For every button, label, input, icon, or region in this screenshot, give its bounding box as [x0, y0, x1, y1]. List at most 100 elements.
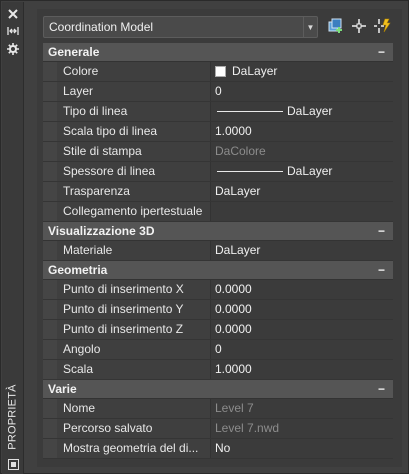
property-grid: Generale − Colore DaLayer Layer 0 Tipo di line… — [43, 43, 393, 459]
property-value-text: 1.0000 — [215, 124, 252, 138]
row-gutter — [43, 280, 57, 299]
property-row[interactable]: Scala 1.0000 — [43, 360, 393, 380]
property-row[interactable]: Scala tipo di linea 1.0000 — [43, 122, 393, 142]
property-row[interactable]: Angolo 0 — [43, 340, 393, 360]
property-name: Spessore di linea — [57, 162, 211, 181]
collapse-icon[interactable]: − — [378, 45, 385, 59]
property-value[interactable]: 0 — [211, 340, 393, 359]
close-icon[interactable] — [6, 7, 20, 21]
property-value-text: Level 7 — [215, 401, 254, 415]
property-name: Collegamento ipertestuale — [57, 202, 211, 221]
chevron-down-icon[interactable]: ▼ — [303, 17, 317, 37]
property-value-text: DaLayer — [215, 184, 261, 198]
property-value[interactable]: 0.0000 — [211, 300, 393, 319]
row-gutter — [43, 360, 57, 379]
property-name: Scala tipo di linea — [57, 122, 211, 141]
property-value[interactable]: 0.0000 — [211, 320, 393, 339]
line-sample — [217, 111, 283, 112]
property-row[interactable]: Percorso salvato Level 7.nwd — [43, 419, 393, 439]
section-header[interactable]: Varie − — [43, 380, 393, 399]
section-header[interactable]: Generale − — [43, 43, 393, 62]
property-row[interactable]: Mostra geometria del di... No — [43, 439, 393, 459]
property-row[interactable]: Punto di inserimento Z 0.0000 — [43, 320, 393, 340]
property-value[interactable]: DaLayer — [211, 62, 393, 81]
section-header[interactable]: Geometria − — [43, 261, 393, 280]
property-row[interactable]: Layer 0 — [43, 82, 393, 102]
property-value-text: DaLayer — [287, 104, 333, 118]
property-value[interactable]: 0 — [211, 82, 393, 101]
property-name: Angolo — [57, 340, 211, 359]
row-gutter — [43, 202, 57, 221]
row-gutter — [43, 439, 57, 458]
property-row[interactable]: Tipo di linea DaLayer — [43, 102, 393, 122]
palette-titlebar[interactable]: PROPRIETÀ — [2, 2, 24, 474]
palette-title-text: PROPRIETÀ — [7, 384, 19, 450]
row-gutter — [43, 399, 57, 418]
toolbar: Coordination Model ▼ — [43, 16, 397, 40]
property-value-text: 0.0000 — [215, 282, 252, 296]
collapse-icon[interactable]: − — [378, 382, 385, 396]
property-row[interactable]: Trasparenza DaLayer — [43, 182, 393, 202]
property-name: Percorso salvato — [57, 419, 211, 438]
object-selector[interactable]: Coordination Model ▼ — [43, 16, 318, 38]
toggle-pickadd-icon[interactable] — [327, 17, 345, 35]
property-row[interactable]: Nome Level 7 — [43, 399, 393, 419]
property-value[interactable]: DaLayer — [211, 241, 393, 260]
autohide-icon[interactable] — [6, 24, 20, 38]
select-objects-icon[interactable] — [350, 17, 368, 35]
section-title: Visualizzazione 3D — [48, 224, 155, 238]
property-value-text: 0.0000 — [215, 302, 252, 316]
row-gutter — [43, 340, 57, 359]
row-gutter — [43, 162, 57, 181]
row-gutter — [43, 122, 57, 141]
property-value-text: DaColore — [215, 144, 266, 158]
property-value[interactable]: 1.0000 — [211, 122, 393, 141]
property-value-text: DaLayer — [232, 64, 278, 78]
row-gutter — [43, 182, 57, 201]
property-value[interactable]: No — [211, 439, 393, 458]
property-row[interactable]: Spessore di linea DaLayer — [43, 162, 393, 182]
property-name: Punto di inserimento X — [57, 280, 211, 299]
section-title: Geometria — [48, 263, 108, 277]
property-name: Colore — [57, 62, 211, 81]
property-value[interactable]: DaLayer — [211, 102, 393, 121]
palette-menu-icon[interactable] — [6, 457, 20, 471]
property-name: Nome — [57, 399, 211, 418]
property-value[interactable]: DaColore — [211, 142, 393, 161]
palette-title: PROPRIETÀ — [4, 384, 22, 450]
row-gutter — [43, 300, 57, 319]
collapse-icon[interactable]: − — [378, 224, 385, 238]
property-row[interactable]: Colore DaLayer — [43, 62, 393, 82]
property-row[interactable]: Punto di inserimento X 0.0000 — [43, 280, 393, 300]
property-value[interactable]: 0.0000 — [211, 280, 393, 299]
property-value[interactable]: DaLayer — [211, 182, 393, 201]
property-name: Punto di inserimento Z — [57, 320, 211, 339]
collapse-icon[interactable]: − — [378, 263, 385, 277]
property-row[interactable]: Stile di stampa DaColore — [43, 142, 393, 162]
property-value[interactable] — [211, 202, 393, 221]
property-value-text: DaLayer — [287, 164, 333, 178]
row-gutter — [43, 142, 57, 161]
property-value[interactable]: Level 7 — [211, 399, 393, 418]
property-value-text: 0.0000 — [215, 322, 252, 336]
gear-icon[interactable] — [6, 42, 20, 56]
property-value-text: 0 — [215, 84, 222, 98]
property-row[interactable]: Punto di inserimento Y 0.0000 — [43, 300, 393, 320]
property-name: Stile di stampa — [57, 142, 211, 161]
row-gutter — [43, 62, 57, 81]
property-row[interactable]: Materiale DaLayer — [43, 241, 393, 261]
section-title: Generale — [48, 45, 100, 59]
section-header[interactable]: Visualizzazione 3D − — [43, 222, 393, 241]
row-gutter — [43, 241, 57, 260]
property-value[interactable]: DaLayer — [211, 162, 393, 181]
property-name: Punto di inserimento Y — [57, 300, 211, 319]
property-value[interactable]: Level 7.nwd — [211, 419, 393, 438]
section-title: Varie — [48, 382, 77, 396]
object-selector-value: Coordination Model — [49, 20, 154, 34]
property-value[interactable]: 1.0000 — [211, 360, 393, 379]
quick-select-icon[interactable] — [373, 17, 391, 35]
property-row[interactable]: Collegamento ipertestuale — [43, 202, 393, 222]
property-value-text: Level 7.nwd — [215, 421, 280, 435]
property-value-text: 1.0000 — [215, 362, 252, 376]
property-value-text: 0 — [215, 342, 222, 356]
